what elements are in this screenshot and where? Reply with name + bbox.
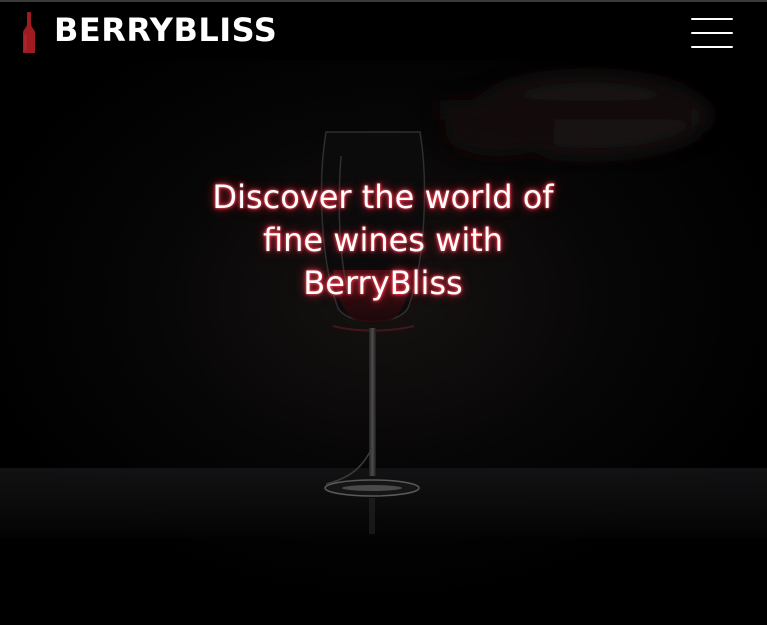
- hamburger-menu-button[interactable]: [691, 18, 733, 48]
- brand-name: BERRYBLISS: [54, 11, 278, 49]
- brand-logo-link[interactable]: BERRYBLISS: [22, 12, 277, 54]
- hero-background-image: [0, 60, 767, 625]
- navbar: BERRYBLISS: [0, 2, 767, 60]
- menu-bar-middle: [691, 32, 733, 34]
- menu-bar-bottom: [691, 46, 733, 48]
- wine-bottle-icon: [23, 12, 35, 53]
- hero-headline: Discover the world of fine wines with Be…: [212, 178, 554, 302]
- hero-section: Discover the world of fine wines with Be…: [0, 60, 767, 625]
- menu-bar-top: [691, 18, 733, 20]
